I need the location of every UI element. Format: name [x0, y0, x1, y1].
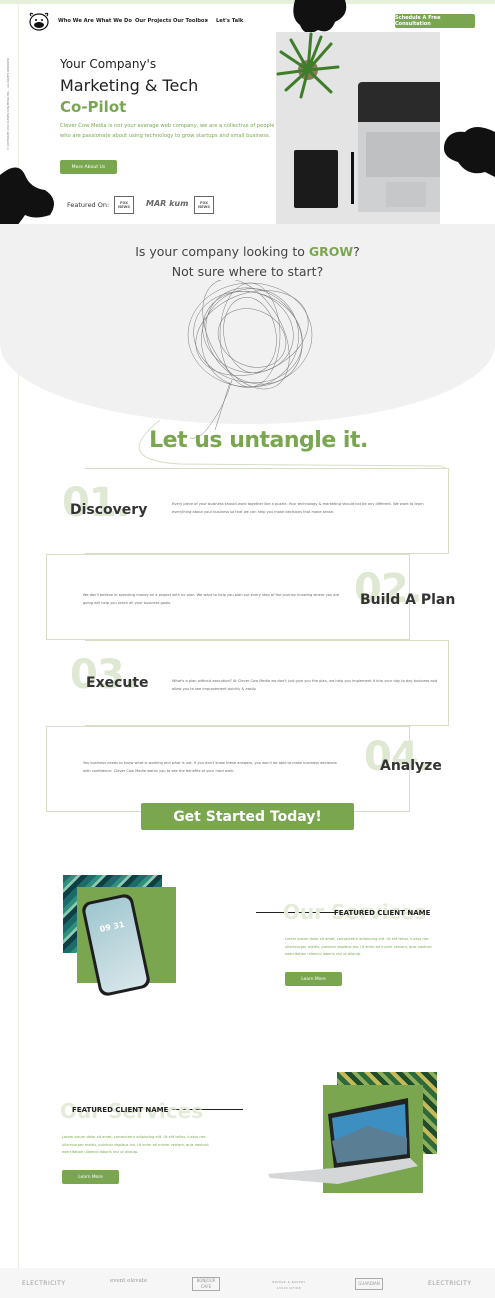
client-logo-bonjour-cafe: BONJOUR CAFE — [192, 1277, 220, 1291]
nav-what-we-do[interactable]: What We Do — [96, 18, 132, 24]
step-text-discovery: Every piece of your business should work… — [172, 502, 424, 514]
service-1-client-name: FEATURED CLIENT NAME — [334, 909, 431, 917]
notebook-icon — [294, 150, 338, 208]
chevron-down-icon[interactable]: ⌄ — [205, 17, 209, 23]
grow-question-suffix: ? — [353, 244, 360, 259]
service-2-learn-more-button[interactable]: Learn More — [62, 1170, 119, 1184]
client-logo-guardian: GUARDIAN — [355, 1278, 383, 1290]
grow-question-prefix: Is your company looking to — [135, 244, 309, 259]
featured-on-label: Featured On: — [67, 201, 110, 209]
nav-our-projects[interactable]: Our Projects — [135, 18, 171, 24]
hero-line-1: Your Company's — [60, 57, 157, 71]
hero-line-2: Marketing & Tech — [60, 76, 199, 95]
service-2-description: Lorem ipsum dolor sit amet, consectetur … — [62, 1135, 209, 1154]
get-started-button[interactable]: Get Started Today! — [141, 803, 354, 830]
step-text-execute: What's a plan without execution? At Clev… — [172, 679, 438, 691]
service-2-client-name: FEATURED CLIENT NAME — [72, 1106, 169, 1114]
nav-who-we-are[interactable]: Who We Are — [58, 18, 94, 24]
client-logo-event-elevate: event elevate — [110, 1278, 148, 1284]
client-logo-electricity-2: ELECTRICITY — [428, 1280, 472, 1287]
step-text-analyze: You business needs to know what is worki… — [83, 761, 337, 773]
featured-logo-fox-news: FOX NEWS — [114, 196, 134, 214]
step-title-analyze: Analyze — [380, 758, 442, 774]
featured-logo-fox-news-2: FOX NEWS — [194, 196, 214, 214]
hero-description: Clever Cow Media is not your average web… — [60, 123, 275, 139]
nav-our-toolbox[interactable]: Our Toolbox — [173, 18, 208, 24]
pen-icon — [351, 152, 354, 204]
client-logos-bar — [0, 1268, 495, 1298]
grow-question: Is your company looking to GROW? — [0, 244, 495, 259]
laptop-icon — [268, 1098, 418, 1184]
service-1-learn-more-button[interactable]: Learn More — [285, 972, 342, 986]
client-logo-electricity: ELECTRICITY — [22, 1280, 66, 1287]
service-2-laptop-image — [268, 1096, 418, 1186]
nav-lets-talk[interactable]: Let's Talk — [216, 18, 243, 24]
featured-logo-fox-news-text: FOX NEWS — [118, 201, 130, 209]
grow-highlight: GROW — [308, 244, 354, 259]
cow-spot-right-decoration — [443, 127, 495, 177]
more-about-us-button[interactable]: More About Us — [60, 160, 117, 174]
step-title-execute: Execute — [86, 675, 149, 691]
step-text-build-a-plan: We don't believe in spending money on a … — [83, 593, 340, 605]
schedule-consultation-button[interactable]: Schedule A Free Consultation — [395, 14, 475, 28]
service-1-description: Lorem ipsum dolor sit amet, consectetur … — [285, 937, 432, 956]
client-logo-bridge-bakery: BRIDGE & BAKERY ASSOCIATION — [272, 1280, 306, 1290]
step-title-build-a-plan: Build A Plan — [360, 592, 456, 608]
not-sure-question: Not sure where to start? — [171, 264, 324, 279]
desk-illustration — [276, 32, 440, 240]
hero-desk-image — [276, 32, 440, 240]
phone-clock: 09 31 — [98, 919, 126, 934]
untangle-heading: Let us untangle it. — [149, 428, 368, 453]
copyright-vertical-text: © COPYRIGHT 2023 CLEVER COW MEDIA INC. -… — [7, 58, 10, 150]
laptop-icon — [358, 82, 440, 212]
step-title-discovery: Discovery — [70, 502, 148, 518]
tangled-scribble-illustration — [187, 280, 313, 439]
hero-line-3: Co-Pilot — [60, 98, 127, 116]
featured-logo-mar: MAR kum — [146, 199, 189, 208]
featured-logo-fox-news-2-text: FOX NEWS — [198, 201, 210, 209]
